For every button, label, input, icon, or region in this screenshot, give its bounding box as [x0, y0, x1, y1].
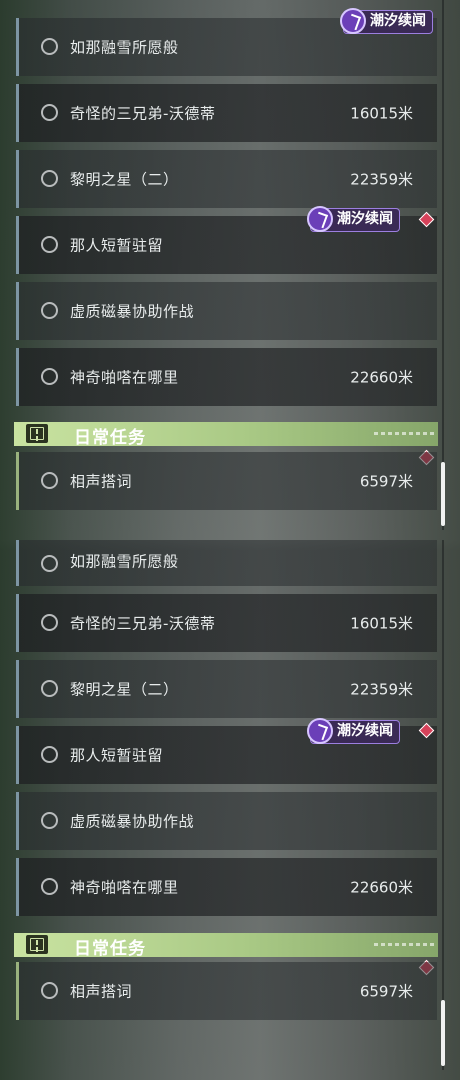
quest-name: 相声搭词 — [70, 982, 133, 1001]
quest-distance: 22359米 — [350, 680, 413, 699]
quest-name: 虚质磁暴协助作战 — [70, 302, 195, 321]
daily-section-header[interactable]: 日常任务 — [14, 933, 438, 959]
quest-distance: 6597米 — [359, 472, 413, 491]
quest-row[interactable]: 神奇啪嗒在哪里 22660米 — [16, 858, 437, 916]
quest-name: 那人短暂驻留 — [70, 236, 164, 255]
quest-status-circle-icon — [41, 555, 58, 572]
quest-name: 奇怪的三兄弟-沃德蒂 — [70, 104, 216, 123]
quest-name: 虚质磁暴协助作战 — [70, 812, 195, 831]
quest-list-panel-bottom: 如那融雪所愿般 奇怪的三兄弟-沃德蒂 16015米 黎明之星（二） 22359米… — [0, 540, 460, 1080]
event-badge[interactable]: 潮汐续闻 — [307, 718, 400, 744]
quest-status-circle-icon — [41, 812, 58, 829]
quest-name: 黎明之星（二） — [70, 680, 179, 699]
quest-status-circle-icon — [41, 368, 58, 385]
section-title: 日常任务 — [74, 428, 146, 448]
quest-name: 如那融雪所愿般 — [70, 552, 179, 571]
quest-distance: 22359米 — [350, 170, 413, 189]
alert-icon — [26, 935, 48, 954]
event-badge[interactable]: 潮汐续闻 — [307, 206, 400, 232]
tide-event-icon — [307, 718, 333, 744]
event-badge-label: 潮汐续闻 — [370, 13, 426, 29]
quest-row[interactable]: 神奇啪嗒在哪里 22660米 — [16, 348, 437, 406]
quest-distance: 22660米 — [350, 878, 413, 897]
quest-name: 奇怪的三兄弟-沃德蒂 — [70, 614, 216, 633]
tide-event-icon — [340, 8, 366, 34]
quest-name: 相声搭词 — [70, 472, 133, 491]
quest-status-circle-icon — [41, 878, 58, 895]
quest-list-panel-top: 如那融雪所愿般 潮汐续闻 奇怪的三兄弟-沃德蒂 16015米 黎明之星（二） 2… — [0, 0, 460, 540]
quest-distance: 6597米 — [359, 982, 413, 1001]
quest-row[interactable]: 黎明之星（二） 22359米 — [16, 660, 437, 718]
quest-status-circle-icon — [41, 746, 58, 763]
tide-event-icon — [307, 206, 333, 232]
event-badge-label: 潮汐续闻 — [337, 211, 393, 227]
quest-name: 神奇啪嗒在哪里 — [70, 878, 179, 897]
quest-row[interactable]: 如那融雪所愿般 — [16, 540, 437, 586]
quest-status-circle-icon — [41, 104, 58, 121]
quest-distance: 16015米 — [350, 104, 413, 123]
daily-section-header[interactable]: 日常任务 — [14, 422, 438, 448]
scrollbar-track[interactable] — [442, 540, 444, 1070]
quest-row[interactable]: 相声搭词 6597米 — [16, 452, 437, 510]
quest-row[interactable]: 奇怪的三兄弟-沃德蒂 16015米 — [16, 84, 437, 142]
quest-name: 黎明之星（二） — [70, 170, 179, 189]
quest-distance: 22660米 — [350, 368, 413, 387]
event-badge[interactable]: 潮汐续闻 — [340, 8, 433, 34]
quest-row[interactable]: 虚质磁暴协助作战 — [16, 282, 437, 340]
quest-status-circle-icon — [41, 614, 58, 631]
quest-status-circle-icon — [41, 236, 58, 253]
header-decoration — [374, 432, 434, 435]
quest-row[interactable]: 黎明之星（二） 22359米 — [16, 150, 437, 208]
alert-icon — [26, 424, 48, 443]
scrollbar-track[interactable] — [442, 0, 444, 530]
quest-name: 神奇啪嗒在哪里 — [70, 368, 179, 387]
quest-status-circle-icon — [41, 680, 58, 697]
quest-status-circle-icon — [41, 982, 58, 999]
quest-status-circle-icon — [41, 170, 58, 187]
quest-distance: 16015米 — [350, 614, 413, 633]
section-title: 日常任务 — [74, 939, 146, 959]
quest-status-circle-icon — [41, 472, 58, 489]
quest-name: 那人短暂驻留 — [70, 746, 164, 765]
header-decoration — [374, 943, 434, 946]
quest-status-circle-icon — [41, 38, 58, 55]
scrollbar-thumb[interactable] — [441, 462, 445, 526]
quest-row[interactable]: 奇怪的三兄弟-沃德蒂 16015米 — [16, 594, 437, 652]
scrollbar-thumb[interactable] — [441, 1000, 445, 1066]
quest-name: 如那融雪所愿般 — [70, 38, 179, 57]
quest-row[interactable]: 相声搭词 6597米 — [16, 962, 437, 1020]
quest-row[interactable]: 虚质磁暴协助作战 — [16, 792, 437, 850]
quest-status-circle-icon — [41, 302, 58, 319]
event-badge-label: 潮汐续闻 — [337, 723, 393, 739]
